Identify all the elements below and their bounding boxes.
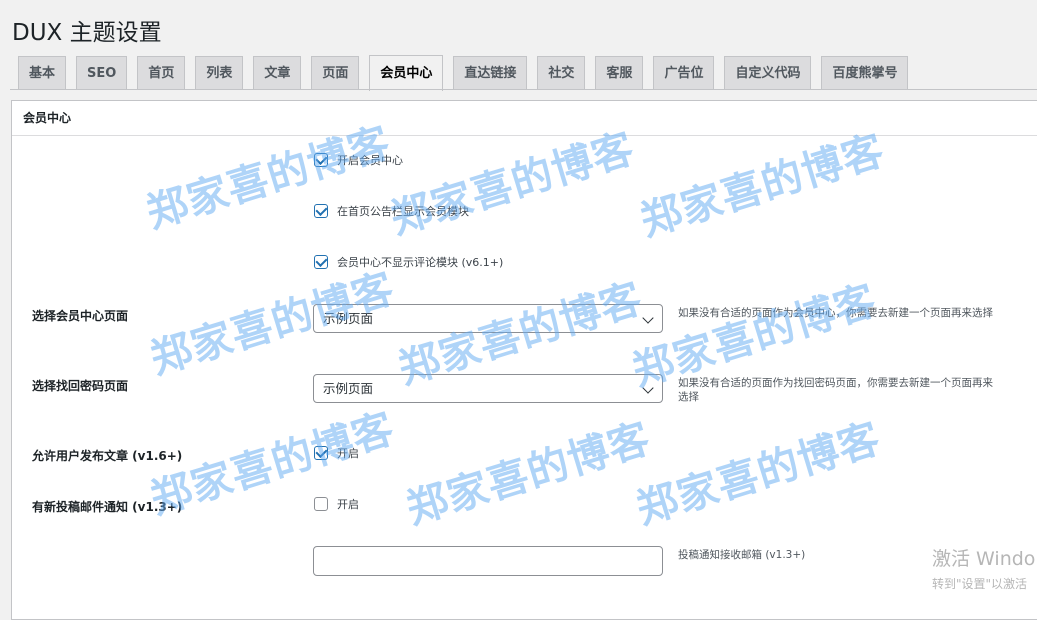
tab-page[interactable]: 页面	[311, 56, 360, 90]
hide-comments-label: 会员中心不显示评论模块 (v6.1+)	[337, 256, 504, 269]
member-page-label: 选择会员中心页面	[32, 309, 129, 323]
hide-comments-option: 会员中心不显示评论模块 (v6.1+)	[314, 254, 503, 270]
notify-email-description: 投稿通知接收邮箱 (v1.3+)	[678, 549, 806, 561]
chevron-down-icon	[642, 312, 654, 324]
settings-panel: 会员中心 开启会员中心 在首页公告栏显示会员模块 会员中心不显示评论模块 (v6…	[11, 100, 1037, 620]
tab-social[interactable]: 社交	[537, 56, 586, 90]
tab-list[interactable]: 列表	[195, 56, 244, 90]
allow-publish-label: 允许用户发布文章 (v1.6+)	[32, 449, 183, 463]
hide-comments-checkbox[interactable]	[314, 255, 328, 269]
show-in-notice-checkbox[interactable]	[314, 204, 328, 218]
allow-publish-checkbox[interactable]	[314, 446, 328, 460]
tab-custom-code[interactable]: 自定义代码	[724, 56, 812, 90]
email-notify-checkbox-label: 开启	[337, 498, 359, 511]
tab-ads[interactable]: 广告位	[653, 56, 715, 90]
password-page-select[interactable]: 示例页面	[313, 374, 663, 403]
section-title: 会员中心	[12, 101, 1037, 136]
tab-basic[interactable]: 基本	[18, 56, 67, 90]
tab-seo[interactable]: SEO	[76, 56, 128, 90]
password-page-value: 示例页面	[323, 381, 374, 396]
tab-home[interactable]: 首页	[137, 56, 186, 90]
tab-baidu-xzh[interactable]: 百度熊掌号	[821, 56, 909, 90]
email-notify-label: 有新投稿邮件通知 (v1.3+)	[32, 500, 183, 514]
member-page-description: 如果没有合适的页面作为会员中心，你需要去新建一个页面再来选择	[678, 307, 993, 319]
tab-member-center[interactable]: 会员中心	[369, 55, 444, 91]
show-in-notice-label: 在首页公告栏显示会员模块	[337, 205, 469, 218]
enable-member-center-option: 开启会员中心	[314, 152, 403, 168]
page-title: DUX 主题设置	[12, 20, 162, 46]
allow-publish-checkbox-label: 开启	[337, 447, 359, 460]
settings-tabs: 基本 SEO 首页 列表 文章 页面 会员中心 直达链接 社交 客服 广告位 自…	[18, 54, 909, 91]
notify-email-input[interactable]	[313, 546, 663, 576]
chevron-down-icon	[642, 382, 654, 394]
tab-customer-service[interactable]: 客服	[595, 56, 644, 90]
tab-direct-links[interactable]: 直达链接	[453, 56, 528, 90]
tab-article[interactable]: 文章	[253, 56, 302, 90]
allow-publish-option: 开启	[314, 445, 359, 461]
email-notify-option: 开启	[314, 496, 359, 512]
enable-member-center-checkbox[interactable]	[314, 153, 328, 167]
password-page-label: 选择找回密码页面	[32, 379, 129, 393]
enable-member-center-label: 开启会员中心	[337, 154, 403, 167]
member-page-value: 示例页面	[323, 311, 374, 326]
password-page-description: 如果没有合适的页面作为找回密码页面，你需要去新建一个页面再来选择	[678, 377, 993, 403]
show-in-notice-option: 在首页公告栏显示会员模块	[314, 203, 469, 219]
tabs-divider	[10, 89, 1037, 90]
member-page-select[interactable]: 示例页面	[313, 304, 663, 333]
email-notify-checkbox[interactable]	[314, 497, 328, 511]
